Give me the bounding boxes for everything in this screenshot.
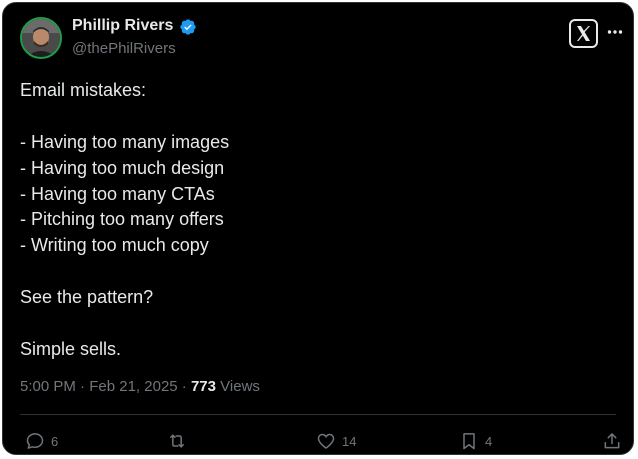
tweet-line: - Having too much design (20, 157, 225, 178)
tweet-line: - Having too many images (20, 131, 230, 152)
tweet-card[interactable]: Phillip Rivers @thePhilRivers Email mist… (2, 2, 634, 455)
meta-separator: · (80, 378, 86, 395)
actions-divider (20, 414, 616, 415)
tweet-line: Email mistakes: (20, 80, 147, 100)
repost-icon (170, 434, 184, 448)
tweet-date[interactable]: Feb 21, 2025 (89, 378, 177, 395)
author-handle[interactable]: @thePhilRivers (72, 40, 176, 57)
share-icon (604, 433, 620, 449)
bookmark-icon (463, 433, 475, 450)
author-display-name[interactable]: Phillip Rivers (72, 17, 173, 35)
x-logo-icon[interactable] (569, 19, 598, 48)
verified-badge-icon (180, 19, 196, 35)
author-avatar[interactable] (20, 17, 62, 59)
tweet-metadata: 5:00 PM · Feb 21, 2025 · 773 Views (20, 378, 260, 395)
bookmark-button[interactable]: 4 (459, 431, 492, 451)
more-options-icon[interactable] (607, 29, 623, 35)
tweet-line (20, 311, 610, 337)
tweet-time[interactable]: 5:00 PM (20, 378, 76, 395)
avatar-image (22, 19, 60, 57)
repost-button[interactable] (167, 431, 193, 451)
views-label: Views (220, 378, 260, 395)
tweet-line (20, 104, 610, 130)
tweet-line (20, 259, 610, 285)
tweet-line: - Writing too much copy (20, 235, 209, 256)
tweet-line: - Having too many CTAs (20, 183, 215, 204)
reply-icon (26, 433, 44, 449)
share-button[interactable] (602, 431, 622, 451)
bookmark-count: 4 (485, 433, 493, 449)
like-button[interactable]: 14 (316, 431, 356, 451)
like-icon (317, 433, 335, 449)
tweet-line: See the pattern? (20, 287, 154, 308)
views-count: 773 (190, 378, 216, 395)
like-count: 14 (342, 433, 357, 449)
tweet-line: Simple sells. (20, 338, 122, 359)
reply-count: 6 (51, 433, 59, 449)
tweet-text: Email mistakes: - Having too many images… (20, 78, 610, 363)
tweet-line: - Pitching too many offers (20, 209, 224, 230)
meta-separator: · (181, 378, 187, 395)
reply-button[interactable]: 6 (25, 431, 58, 451)
